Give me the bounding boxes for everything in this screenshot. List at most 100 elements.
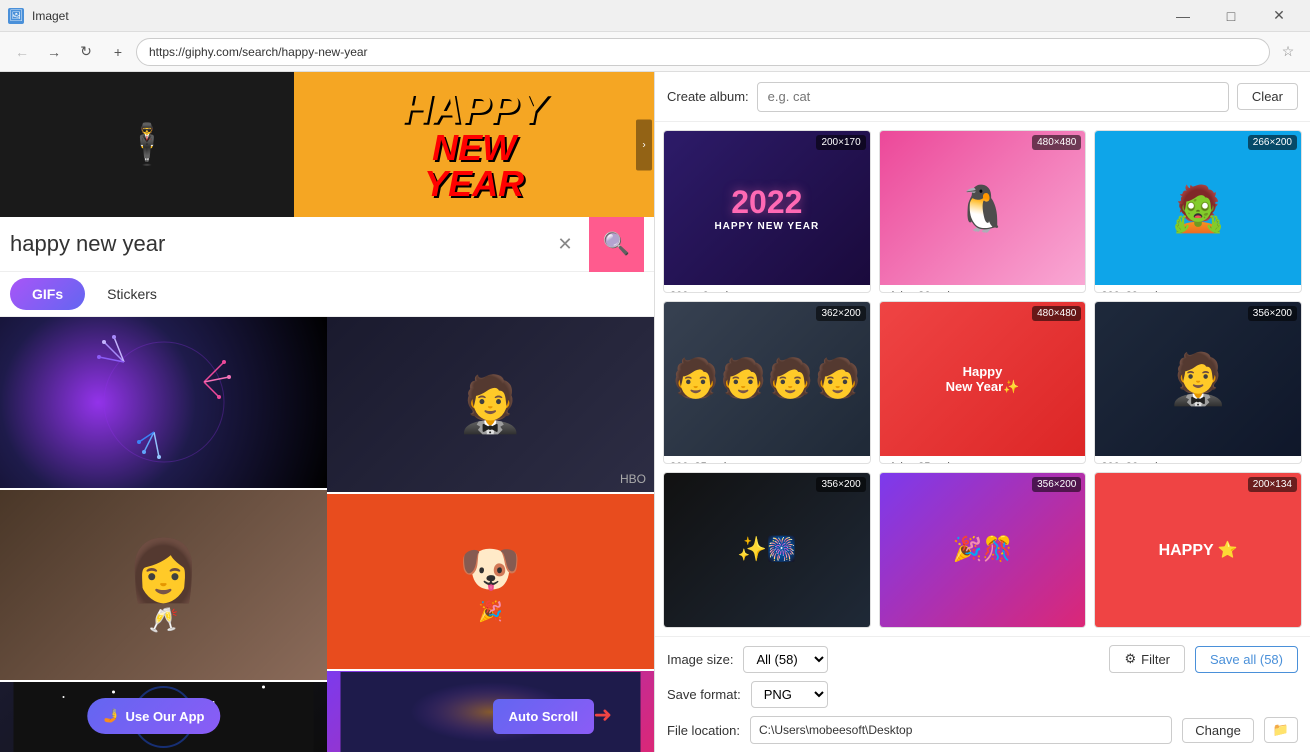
auto-scroll-button[interactable]: Auto Scroll	[493, 699, 594, 734]
image-card-1: 2022 HAPPY NEW YEAR 200×170 200w_6.webp …	[663, 130, 871, 293]
browser-panel: 🕴️ HAPPY NEWYEAR › ✕ 🔍 GIFs Stickers	[0, 72, 655, 752]
image-preview-5[interactable]: HappyNew Year✨	[880, 302, 1086, 456]
arrow-indicator: ➜	[594, 702, 612, 728]
search-clear-button[interactable]: ✕	[551, 230, 579, 258]
image-info-2: giphy_36.webp ✏	[880, 285, 1086, 293]
image-card-7: ✨🎆 356×200	[663, 472, 871, 628]
gif-fireworks[interactable]	[0, 317, 327, 488]
back-button[interactable]: ←	[8, 38, 36, 66]
image-thumb-5: HappyNew Year✨ 480×480	[880, 302, 1086, 456]
preview-band: 🧑🧑🧑🧑	[672, 357, 861, 401]
image-preview-4[interactable]: 🧑🧑🧑🧑	[664, 302, 870, 456]
image-card-6: 🤵 356×200 200_26.webp ✏ Save	[1094, 301, 1302, 464]
image-card-9: HAPPY ⭐ 200×134	[1094, 472, 1302, 628]
image-edit-button-3[interactable]: ✏	[1285, 289, 1295, 293]
image-edit-button-5[interactable]: ✏	[1069, 460, 1079, 464]
gif-grid: 👩 🥂	[0, 317, 654, 752]
folder-button[interactable]: 📁	[1264, 717, 1298, 743]
url-bar[interactable]	[136, 38, 1270, 66]
maximize-button[interactable]: □	[1208, 0, 1254, 32]
file-location-label: File location:	[667, 723, 740, 738]
change-button[interactable]: Change	[1182, 718, 1254, 743]
image-card-4: 🧑🧑🧑🧑 362×200 200_35.webp ✏ Save	[663, 301, 871, 464]
giphy-banner-image: 🕴️ HAPPY NEWYEAR	[0, 72, 654, 217]
nav-bar: ← → ↻ + ☆	[0, 32, 1310, 72]
preview-colorful: 🎉🎊	[953, 535, 1013, 564]
image-thumb-1: 2022 HAPPY NEW YEAR 200×170	[664, 131, 870, 285]
album-input[interactable]	[757, 82, 1229, 112]
image-card-8: 🎉🎊 356×200	[879, 472, 1087, 628]
image-edit-button-1[interactable]: ✏	[854, 289, 864, 293]
image-info-5: giphy_25.webp ✏	[880, 456, 1086, 464]
save-format-label: Save format:	[667, 687, 741, 702]
tab-stickers[interactable]: Stickers	[85, 278, 179, 310]
gif-snoopy[interactable]: 🐶 🎉	[327, 494, 654, 669]
image-preview-3[interactable]: 🧟	[1095, 131, 1301, 285]
image-filename-6: 200_26.webp	[1101, 461, 1167, 464]
image-preview-7[interactable]: ✨🎆	[664, 473, 870, 627]
image-edit-button-4[interactable]: ✏	[854, 460, 864, 464]
tab-gif[interactable]: GIFs	[10, 278, 85, 310]
right-bottom-bar: Image size: All (58) Small Medium Large …	[655, 636, 1310, 752]
image-preview-2[interactable]: 🐧	[880, 131, 1086, 285]
image-thumb-3: 🧟 266×200	[1095, 131, 1301, 285]
image-edit-button-6[interactable]: ✏	[1285, 460, 1295, 464]
preview-penguin: 🐧	[954, 182, 1010, 235]
search-input[interactable]	[10, 231, 541, 257]
title-bar-left: 🖼 Imaget	[8, 8, 69, 24]
window-controls: — □ ✕	[1160, 0, 1302, 32]
file-location-input[interactable]	[750, 716, 1172, 744]
image-size-row: Image size: All (58) Small Medium Large …	[667, 645, 1298, 673]
image-card-2: 🐧 480×480 giphy_36.webp ✏ Save	[879, 130, 1087, 293]
filter-icon: ⚙	[1124, 651, 1136, 667]
right-panel: Create album: Clear 2022 HAPPY NEW YEAR …	[655, 72, 1310, 752]
create-album-label: Create album:	[667, 89, 749, 104]
clear-button[interactable]: Clear	[1237, 83, 1298, 110]
image-dimensions-7: 356×200	[816, 477, 865, 492]
giphy-scroll-button[interactable]: ›	[636, 119, 652, 170]
image-preview-8[interactable]: 🎉🎊	[880, 473, 1086, 627]
image-info-3: 200_29.webp ✏	[1095, 285, 1301, 293]
bookmark-button[interactable]: ☆	[1274, 38, 1302, 66]
use-our-app-icon: 🤳	[103, 708, 119, 724]
image-preview-6[interactable]: 🤵	[1095, 302, 1301, 456]
image-thumb-8: 🎉🎊 356×200	[880, 473, 1086, 627]
preview-text-2022: 2022	[714, 184, 819, 221]
gif-col-2: 🤵 HBO 🐶 🎉	[327, 317, 654, 752]
preview-monster: 🧟	[1170, 182, 1226, 235]
image-size-label: Image size:	[667, 652, 733, 667]
gif-dicaprio[interactable]: 🤵 HBO	[327, 317, 654, 492]
banner-happy-text: HAPPY	[402, 88, 547, 130]
image-preview-9[interactable]: HAPPY ⭐	[1095, 473, 1301, 627]
image-filename-2: giphy_36.webp	[886, 290, 960, 293]
close-button[interactable]: ✕	[1256, 0, 1302, 32]
format-row: Save format: PNG JPG WEBP GIF	[667, 681, 1298, 708]
gif-woman[interactable]: 👩 🥂	[0, 490, 327, 680]
minimize-button[interactable]: —	[1160, 0, 1206, 32]
search-button[interactable]: 🔍	[589, 217, 644, 272]
image-dimensions-2: 480×480	[1032, 135, 1081, 150]
preview-dark: ✨🎆	[737, 535, 797, 564]
image-grid: 2022 HAPPY NEW YEAR 200×170 200w_6.webp …	[655, 122, 1310, 636]
new-tab-button[interactable]: +	[104, 38, 132, 66]
image-filename-1: 200w_6.webp	[670, 290, 738, 293]
image-size-select[interactable]: All (58) Small Medium Large	[743, 646, 828, 673]
forward-button[interactable]: →	[40, 38, 68, 66]
format-select[interactable]: PNG JPG WEBP GIF	[751, 681, 828, 708]
giphy-banner: 🕴️ HAPPY NEWYEAR ›	[0, 72, 654, 217]
use-our-app-button[interactable]: 🤳 Use Our App	[87, 698, 220, 734]
image-preview-1[interactable]: 2022 HAPPY NEW YEAR	[664, 131, 870, 285]
image-thumb-6: 🤵 356×200	[1095, 302, 1301, 456]
image-dimensions-8: 356×200	[1032, 477, 1081, 492]
save-all-button[interactable]: Save all (58)	[1195, 646, 1298, 673]
image-edit-button-2[interactable]: ✏	[1069, 289, 1079, 293]
app-title: Imaget	[32, 9, 69, 23]
gif-col-1: 👩 🥂	[0, 317, 327, 752]
file-location-row: File location: Change 📁	[667, 716, 1298, 744]
reload-button[interactable]: ↻	[72, 38, 100, 66]
filter-button[interactable]: ⚙ Filter	[1109, 645, 1185, 673]
image-info-1: 200w_6.webp ✏	[664, 285, 870, 293]
banner-right: HAPPY NEWYEAR	[294, 72, 654, 217]
right-top-bar: Create album: Clear	[655, 72, 1310, 122]
preview-dicaprio2: 🤵	[1167, 350, 1229, 409]
